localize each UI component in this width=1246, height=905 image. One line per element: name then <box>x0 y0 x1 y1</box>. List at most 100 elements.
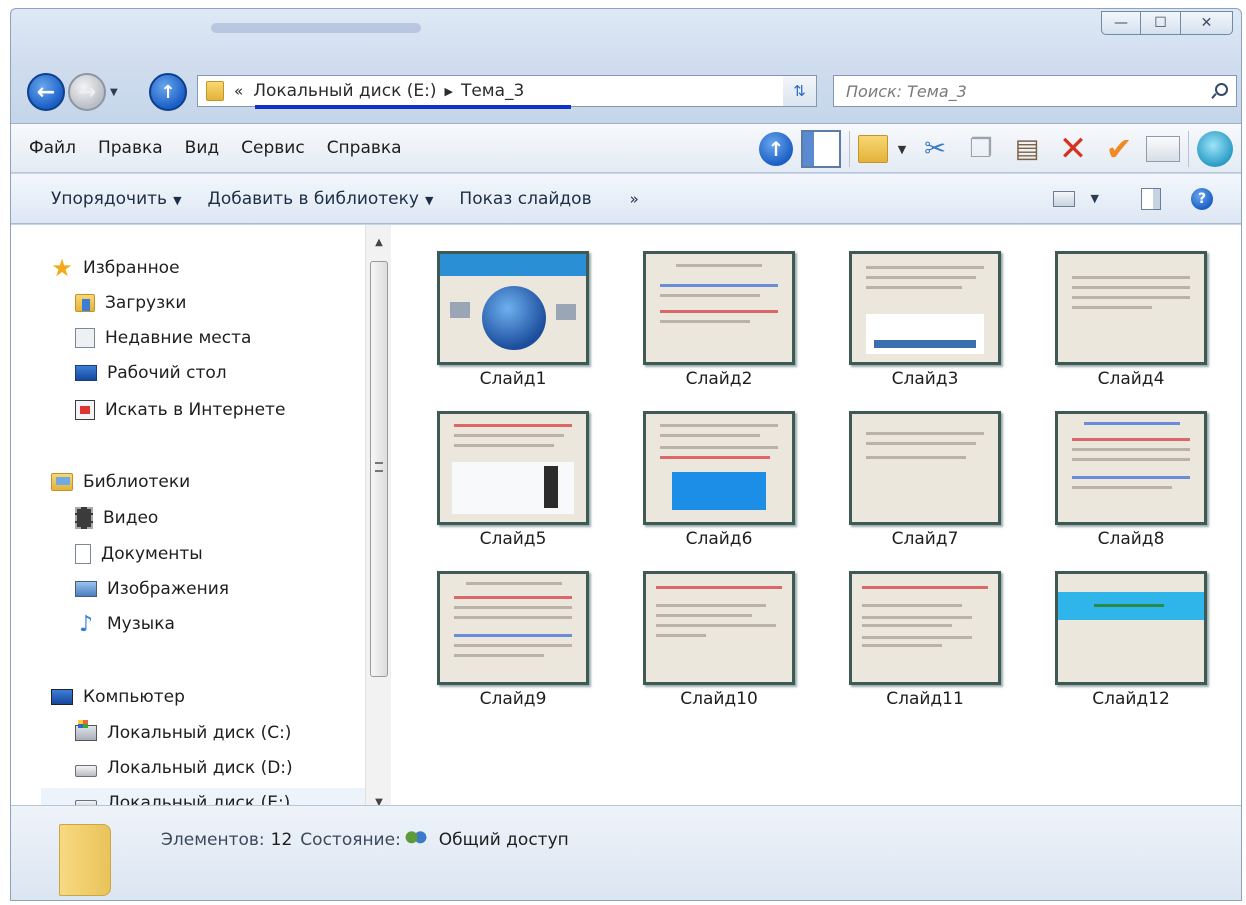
cut-icon[interactable]: ✂ <box>916 130 954 168</box>
nav-favorites[interactable]: ★ Избранное <box>51 253 179 283</box>
slide-line <box>454 606 572 609</box>
file-item[interactable]: Слайд8 <box>1021 405 1207 565</box>
maximize-button[interactable]: ☐ <box>1141 11 1181 35</box>
slide-line <box>866 266 984 269</box>
nav-disk-d[interactable]: Локальный диск (D:) <box>75 753 293 783</box>
file-item[interactable]: Слайд5 <box>403 405 589 565</box>
search-icon[interactable] <box>1212 83 1228 99</box>
change-view-icon[interactable] <box>1053 191 1075 207</box>
desktop-icon <box>75 365 97 381</box>
menu-file[interactable]: Файл <box>11 138 87 158</box>
disk-icon <box>75 765 97 777</box>
up-folder-icon[interactable]: ↑ <box>759 132 793 166</box>
nav-scrollbar[interactable]: ▲ ▼ <box>365 225 392 808</box>
nav-computer[interactable]: Компьютер <box>51 682 185 712</box>
slide-line <box>862 604 962 607</box>
nav-recent[interactable]: Недавние места <box>75 323 251 353</box>
details-pane: Элементов: 12 Состояние: Общий доступ <box>11 805 1241 900</box>
file-name: Слайд9 <box>479 689 547 709</box>
folder-view-icon[interactable] <box>858 135 888 163</box>
file-name: Слайд3 <box>891 369 959 389</box>
file-item[interactable]: Слайд10 <box>609 565 795 725</box>
history-dropdown[interactable]: ▼ <box>110 87 118 98</box>
slide-line <box>454 434 564 437</box>
web-search-icon <box>75 400 95 420</box>
folders-pane-icon[interactable] <box>801 130 841 168</box>
nav-music[interactable]: ♪ Музыка <box>75 609 175 639</box>
nav-libraries[interactable]: Библиотеки <box>51 467 190 497</box>
file-item[interactable]: Слайд9 <box>403 565 589 725</box>
slide-line <box>454 634 572 637</box>
file-item[interactable]: Слайд4 <box>1021 245 1207 405</box>
title-bar: — ☐ ✕ <box>11 9 1241 57</box>
file-item[interactable]: Слайд3 <box>815 245 1001 405</box>
file-item[interactable]: Слайд6 <box>609 405 795 565</box>
add-to-library-button[interactable]: Добавить в библиотеку ▼ <box>208 189 460 209</box>
more-commands-button[interactable]: » <box>630 190 639 208</box>
menu-edit[interactable]: Правка <box>87 138 174 158</box>
slide-line <box>656 624 776 627</box>
slideshow-button[interactable]: Показ слайдов <box>459 189 617 209</box>
refresh-button[interactable]: ⇅ <box>783 75 817 107</box>
slide-line <box>454 444 554 447</box>
view-options-dropdown-icon[interactable]: ▼ <box>1091 192 1099 205</box>
file-item[interactable]: Слайд11 <box>815 565 1001 725</box>
computers-row-image <box>874 340 976 348</box>
nav-video[interactable]: Видео <box>75 503 158 533</box>
slide-line <box>660 456 770 459</box>
toolbar-icons: ↑ ▼ ✂ ❐ ▤ ✕ ✔ <box>759 129 1233 169</box>
up-button[interactable]: ↑ <box>149 73 187 111</box>
help-icon[interactable]: ? <box>1191 188 1213 210</box>
preview-pane-icon[interactable] <box>1141 188 1161 210</box>
file-item[interactable]: Слайд2 <box>609 245 795 405</box>
shell-icon[interactable] <box>1197 131 1233 167</box>
video-icon <box>75 507 93 529</box>
recent-places-icon <box>75 328 95 348</box>
paste-icon[interactable]: ▤ <box>1008 130 1046 168</box>
close-button[interactable]: ✕ <box>1181 11 1233 35</box>
slide-line <box>656 604 766 607</box>
slide-line <box>866 456 966 459</box>
menu-view[interactable]: Вид <box>174 138 230 158</box>
breadcrumb-tema3[interactable]: Тема_3 <box>461 81 524 101</box>
slide-line <box>1072 276 1190 279</box>
breadcrumb-separator-icon[interactable]: ▶ <box>445 85 453 98</box>
menu-help[interactable]: Справка <box>316 138 413 158</box>
forward-button[interactable]: → <box>68 73 106 111</box>
breadcrumb-disk-e[interactable]: Локальный диск (E:) <box>253 81 436 101</box>
slide-line <box>454 596 572 599</box>
scrollbar-thumb[interactable] <box>370 261 388 677</box>
check-icon[interactable]: ✔ <box>1100 130 1138 168</box>
back-button[interactable]: ← <box>27 73 65 111</box>
file-item[interactable]: Слайд1 <box>403 245 589 405</box>
slide-line <box>1072 476 1190 479</box>
scroll-up-icon[interactable]: ▲ <box>366 231 392 253</box>
music-icon: ♪ <box>78 611 94 637</box>
properties-icon[interactable] <box>1146 136 1180 162</box>
file-name: Слайд5 <box>479 529 547 549</box>
nav-documents[interactable]: Документы <box>75 539 203 569</box>
nav-downloads[interactable]: Загрузки <box>75 288 186 318</box>
slide-thumbnail <box>1055 571 1207 685</box>
slide-banner <box>440 254 586 276</box>
file-item[interactable]: Слайд7 <box>815 405 1001 565</box>
delete-icon[interactable]: ✕ <box>1054 129 1092 169</box>
slide-line <box>454 424 572 427</box>
slide-thumbnail <box>437 411 589 525</box>
menu-tools[interactable]: Сервис <box>230 138 316 158</box>
nav-desktop[interactable]: Рабочий стол <box>75 358 227 388</box>
file-item[interactable]: Слайд12 <box>1021 565 1207 725</box>
nav-disk-c[interactable]: Локальный диск (C:) <box>75 718 291 748</box>
copy-icon[interactable]: ❐ <box>962 130 1000 168</box>
slide-line <box>866 442 976 445</box>
nav-images[interactable]: Изображения <box>75 574 229 604</box>
search-box[interactable]: Поиск: Тема_3 <box>833 75 1237 107</box>
nav-search-web[interactable]: Искать в Интернете <box>75 395 285 425</box>
organize-button[interactable]: Упорядочить ▼ <box>11 189 208 209</box>
slide-line <box>660 424 778 427</box>
address-bar[interactable]: « Локальный диск (E:) ▶ Тема_3 ▼ <box>197 75 807 107</box>
view-dropdown-icon[interactable]: ▼ <box>896 130 908 168</box>
address-overflow[interactable]: « <box>234 82 243 100</box>
nav-list: ★ Избранное Загрузки Недавние места Рабоч… <box>11 225 363 813</box>
minimize-button[interactable]: — <box>1101 11 1141 35</box>
